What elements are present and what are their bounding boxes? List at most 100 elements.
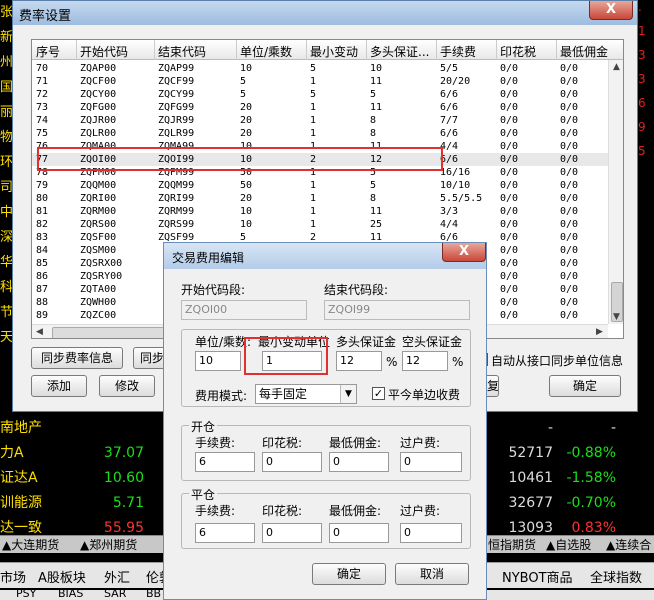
- close-fee-input[interactable]: 6: [195, 523, 255, 543]
- table-cell: 0/0: [500, 206, 519, 217]
- table-cell: ZQCF99: [158, 76, 195, 87]
- table-row[interactable]: 72 ZQCY00 ZQCY99 5 5 5 6/6 0/0 0/0: [32, 88, 608, 101]
- inner-ok-button[interactable]: 确定: [312, 563, 386, 585]
- table-row[interactable]: 71 ZQCF00 ZQCF99 5 1 11 20/20 0/0 0/0: [32, 75, 608, 88]
- tab-watchlist[interactable]: ▲自选股: [546, 536, 591, 554]
- close-transfer-input[interactable]: 0: [400, 523, 462, 543]
- column-divider[interactable]: [306, 40, 307, 60]
- tab-continuous[interactable]: ▲连续合: [606, 536, 651, 554]
- close-today-checkbox[interactable]: ✓: [372, 387, 385, 400]
- table-row[interactable]: 82 ZQRS00 ZQRS99 10 1 25 4/4 0/0 0/0: [32, 218, 608, 231]
- table-cell: 10: [370, 63, 383, 74]
- scroll-up-icon[interactable]: ▲: [613, 62, 620, 72]
- column-header[interactable]: 多头保证...: [370, 43, 429, 60]
- table-cell: 84: [36, 245, 49, 256]
- table-cell: 72: [36, 89, 49, 100]
- cat-forex[interactable]: 外汇: [104, 567, 130, 586]
- ok-button[interactable]: 确定: [549, 375, 621, 397]
- column-divider[interactable]: [366, 40, 367, 60]
- column-header[interactable]: 印花税: [500, 43, 536, 60]
- tab-zhengzhou-futures[interactable]: ▲郑州期货: [80, 536, 137, 554]
- close-button[interactable]: X: [589, 1, 633, 20]
- auto-sync-label: 自动从接口同步单位信息: [491, 354, 624, 368]
- column-divider[interactable]: [496, 40, 497, 60]
- open-fee-input[interactable]: 6: [195, 452, 255, 472]
- table-row[interactable]: 81 ZQRM00 ZQRM99 10 1 11 3/3 0/0 0/0: [32, 205, 608, 218]
- table-cell: 0/0: [560, 89, 579, 100]
- column-header[interactable]: 序号: [36, 43, 60, 60]
- table-cell: 16/16: [440, 167, 471, 178]
- table-cell: ZQJR99: [158, 115, 195, 126]
- stock-volume: 32677: [508, 495, 553, 511]
- table-cell: 0/0: [560, 271, 579, 282]
- inner-close-button[interactable]: X: [442, 243, 486, 262]
- table-cell: 1: [310, 219, 317, 230]
- column-header[interactable]: 开始代码: [80, 43, 128, 60]
- open-min-comm-label: 最低佣金:: [329, 436, 382, 450]
- table-cell: 3/3: [440, 206, 459, 217]
- chevron-down-icon[interactable]: ▼: [340, 385, 356, 403]
- table-row[interactable]: 80 ZQRI00 ZQRI99 20 1 8 5.5/5.5 0/0 0/0: [32, 192, 608, 205]
- table-cell: ZQRM00: [80, 206, 117, 217]
- close-icon: X: [458, 244, 470, 259]
- stock-name: 力A: [0, 445, 24, 461]
- open-transfer-input[interactable]: 0: [400, 452, 462, 472]
- cat-nybot[interactable]: NYBOT商品: [502, 567, 573, 586]
- fee-mode-select[interactable]: 每手固定 ▼: [255, 384, 357, 404]
- scroll-down-icon[interactable]: ▼: [613, 312, 620, 322]
- scroll-left-icon[interactable]: ◀: [36, 327, 43, 337]
- partial-button[interactable]: 复: [487, 375, 499, 397]
- column-header[interactable]: 最小变动: [310, 43, 358, 60]
- table-cell: 5: [310, 63, 317, 74]
- table-row[interactable]: 70 ZQAP00 ZQAP99 10 5 10 5/5 0/0 0/0: [32, 62, 608, 75]
- table-cell: ZQJR00: [80, 115, 117, 126]
- open-min-comm-input[interactable]: 0: [329, 452, 389, 472]
- table-cell: 0/0: [500, 180, 519, 191]
- table-cell: 0/0: [500, 76, 519, 87]
- close-min-comm-input[interactable]: 0: [329, 523, 389, 543]
- vertical-scrollbar[interactable]: ▲ ▼: [608, 60, 623, 324]
- inner-cancel-button[interactable]: 取消: [395, 563, 469, 585]
- table-cell: 0/0: [500, 154, 519, 165]
- column-header[interactable]: 最低佣金: [560, 43, 608, 60]
- indicator-bias[interactable]: BIAS: [58, 590, 83, 600]
- column-header[interactable]: 单位/乘数: [240, 43, 292, 60]
- table-cell: 83: [36, 232, 49, 243]
- cat-market[interactable]: 市场: [0, 567, 26, 586]
- table-row[interactable]: 75 ZQLR00 ZQLR99 20 1 8 6/6 0/0 0/0: [32, 127, 608, 140]
- indicator-bb[interactable]: BB: [146, 590, 161, 600]
- open-stamp-input[interactable]: 0: [262, 452, 322, 472]
- sync-rate-button[interactable]: 同步费率信息: [31, 347, 123, 369]
- table-cell: 4/4: [440, 219, 459, 230]
- modify-button[interactable]: 修改: [99, 375, 155, 397]
- tab-dalian-futures[interactable]: ▲大连期货: [2, 536, 59, 554]
- add-button[interactable]: 添加: [31, 375, 87, 397]
- long-margin-input[interactable]: 12: [336, 351, 382, 371]
- cat-global-index[interactable]: 全球指数: [590, 567, 642, 586]
- column-divider[interactable]: [436, 40, 437, 60]
- table-cell: 10/10: [440, 180, 471, 191]
- stock-name-char: 科: [0, 280, 14, 295]
- stock-name-char: 州: [0, 55, 14, 70]
- column-divider[interactable]: [76, 40, 77, 60]
- table-cell: 70: [36, 63, 49, 74]
- column-divider[interactable]: [154, 40, 155, 60]
- column-divider[interactable]: [556, 40, 557, 60]
- table-row[interactable]: 79 ZQQM00 ZQQM99 50 1 5 10/10 0/0 0/0: [32, 179, 608, 192]
- short-margin-input[interactable]: 12: [402, 351, 448, 371]
- table-header: 序号 开始代码 结束代码 单位/乘数 最小变动 多头保证... 手续费 印花税 最低佣金: [32, 40, 623, 60]
- tab-hsi-futures[interactable]: 恒指期货: [488, 536, 536, 554]
- table-cell: ZQCY00: [80, 89, 117, 100]
- table-row[interactable]: 74 ZQJR00 ZQJR99 20 1 8 7/7 0/0 0/0: [32, 114, 608, 127]
- indicator-psy[interactable]: PSY: [16, 590, 36, 600]
- table-cell: 8: [370, 193, 377, 204]
- column-header[interactable]: 手续费: [440, 43, 476, 60]
- column-header[interactable]: 结束代码: [158, 43, 206, 60]
- unit-input[interactable]: 10: [195, 351, 241, 371]
- close-stamp-input[interactable]: 0: [262, 523, 322, 543]
- indicator-sar[interactable]: SAR: [104, 590, 126, 600]
- scroll-right-icon[interactable]: ▶: [596, 327, 603, 337]
- table-row[interactable]: 73 ZQFG00 ZQFG99 20 1 11 6/6 0/0 0/0: [32, 101, 608, 114]
- cat-a-share-sectors[interactable]: A股板块: [38, 567, 86, 586]
- column-divider[interactable]: [236, 40, 237, 60]
